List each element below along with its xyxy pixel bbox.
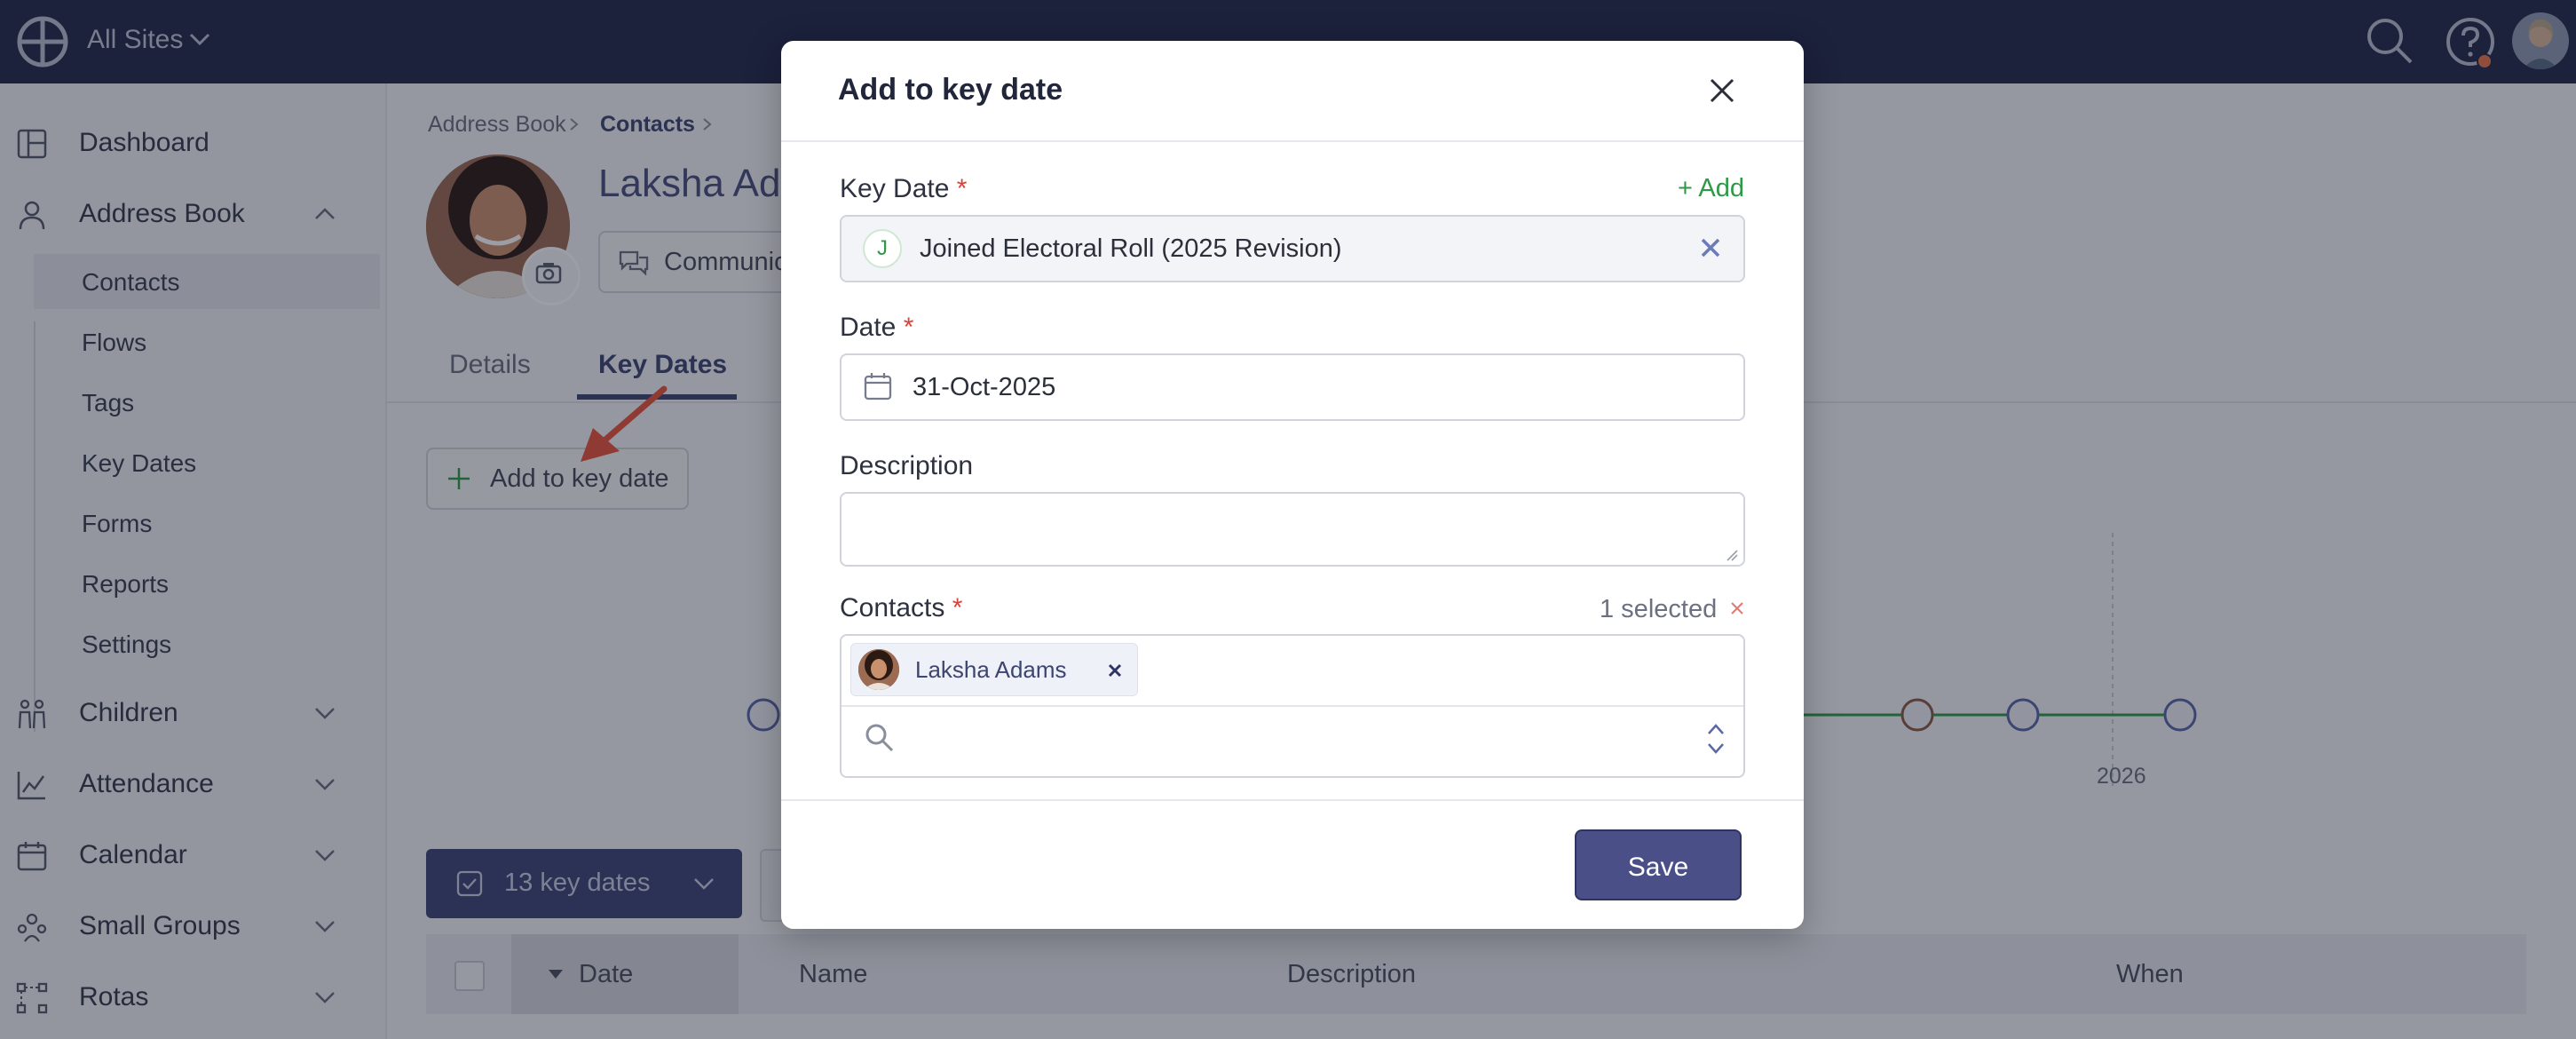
dialog-title: Add to key date xyxy=(838,73,1063,107)
key-date-select[interactable]: J Joined Electoral Roll (2025 Revision) xyxy=(840,215,1745,282)
contact-avatar xyxy=(858,649,899,690)
key-date-label: Key Date * xyxy=(840,174,967,204)
key-date-label-text: Key Date xyxy=(840,174,950,203)
key-date-badge: J xyxy=(863,229,902,268)
up-down-chevron-icon[interactable] xyxy=(1706,721,1726,757)
date-value: 31-Oct-2025 xyxy=(913,373,1056,401)
contacts-divider xyxy=(842,705,1743,707)
key-date-value: Joined Electoral Roll (2025 Revision) xyxy=(920,234,1342,263)
date-label: Date * xyxy=(840,313,913,343)
contacts-label-text: Contacts xyxy=(840,593,945,623)
description-label: Description xyxy=(840,451,974,480)
contacts-multiselect: Laksha Adams xyxy=(840,634,1745,778)
contact-chip-name: Laksha Adams xyxy=(915,656,1067,683)
add-key-date-link[interactable]: + Add xyxy=(1678,174,1744,203)
required-mark: * xyxy=(952,593,963,623)
save-button[interactable]: Save xyxy=(1575,829,1742,900)
remove-contact-icon[interactable] xyxy=(1107,662,1123,678)
date-input[interactable]: 31-Oct-2025 xyxy=(840,353,1745,421)
close-icon[interactable] xyxy=(1704,73,1740,108)
clear-icon[interactable] xyxy=(1699,236,1722,259)
contacts-label: Contacts * xyxy=(840,593,962,623)
dialog-header-divider xyxy=(781,140,1804,142)
resize-grip-icon[interactable] xyxy=(1726,549,1738,561)
calendar-icon xyxy=(864,373,892,401)
add-to-key-date-dialog: Add to key date Key Date * + Add J Joine… xyxy=(781,41,1804,929)
search-icon xyxy=(865,724,894,752)
selected-count: 1 selected xyxy=(1600,595,1718,623)
contact-search-input[interactable] xyxy=(913,718,1671,758)
clear-selection-icon[interactable] xyxy=(1729,600,1745,616)
dialog-footer-divider xyxy=(781,799,1804,801)
required-mark: * xyxy=(956,174,968,203)
required-mark: * xyxy=(903,313,914,342)
contact-chip: Laksha Adams xyxy=(850,643,1138,696)
date-label-text: Date xyxy=(840,313,897,342)
description-textarea[interactable] xyxy=(840,492,1745,567)
